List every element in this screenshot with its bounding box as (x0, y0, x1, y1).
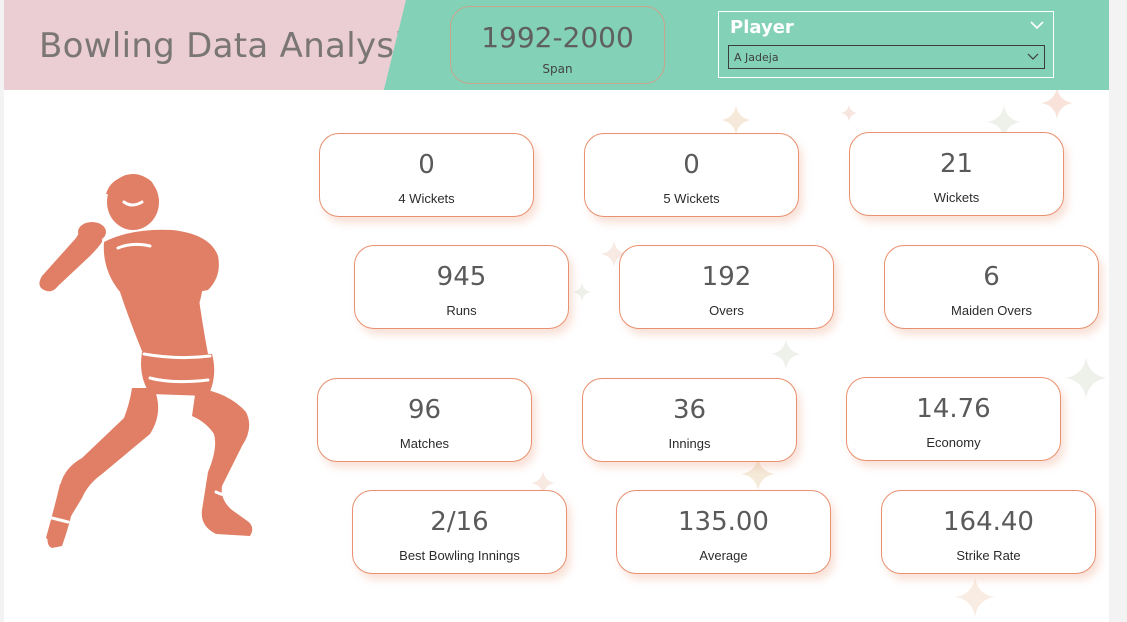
kpi-card-average: 135.00 Average (616, 490, 831, 574)
cricket-bowler-icon (39, 174, 253, 548)
kpi-card-4-wickets: 0 4 Wickets (319, 133, 534, 217)
kpi-card-5-wickets: 0 5 Wickets (584, 133, 799, 217)
kpi-label: Average (699, 548, 748, 563)
sparkle-icon (840, 104, 858, 122)
kpi-value: 135.00 (678, 507, 769, 537)
span-value: 1992-2000 (481, 21, 634, 54)
kpi-label: Maiden Overs (951, 303, 1032, 318)
kpi-card-maiden-overs: 6 Maiden Overs (884, 245, 1099, 329)
kpi-value: 0 (418, 150, 435, 180)
kpi-label: Strike Rate (956, 548, 1021, 563)
kpi-card-strike-rate: 164.40 Strike Rate (881, 490, 1096, 574)
kpi-label: 5 Wickets (663, 191, 720, 206)
span-card: 1992-2000 Span (450, 6, 665, 84)
kpi-card-best-bowling-innings: 2/16 Best Bowling Innings (352, 490, 567, 574)
sparkle-icon (1041, 87, 1073, 119)
kpi-card-economy: 14.76 Economy (846, 377, 1061, 461)
player-dropdown-value: A Jadeja (734, 51, 779, 64)
kpi-card-overs: 192 Overs (619, 245, 834, 329)
sparkle-icon (1065, 357, 1107, 399)
page-title: Bowling Data Analysis (39, 26, 423, 66)
span-label: Span (542, 62, 573, 76)
kpi-value: 21 (939, 149, 974, 179)
kpi-label: Matches (399, 436, 450, 451)
player-dropdown[interactable]: A Jadeja (728, 45, 1045, 69)
sparkle-icon (721, 105, 751, 135)
kpi-value: 164.40 (943, 507, 1034, 537)
kpi-card-wickets: 21 Wickets (849, 132, 1064, 216)
kpi-value: 2/16 (430, 507, 489, 537)
sparkle-icon (955, 577, 995, 617)
kpi-label: 4 Wickets (398, 191, 455, 206)
sparkle-icon (771, 339, 801, 369)
kpi-label: Innings (668, 436, 711, 451)
kpi-label: Best Bowling Innings (399, 548, 520, 563)
chevron-down-icon[interactable] (1030, 18, 1044, 32)
kpi-value: 192 (701, 262, 752, 292)
sparkle-icon (572, 282, 592, 302)
title-panel: Bowling Data Analysis (4, 0, 406, 90)
kpi-card-runs: 945 Runs (354, 245, 569, 329)
player-slicer[interactable]: Player A Jadeja (718, 11, 1054, 78)
kpi-card-matches: 96 Matches (317, 378, 532, 462)
kpi-card-innings: 36 Innings (582, 378, 797, 462)
kpi-value: 0 (683, 150, 700, 180)
chevron-down-icon[interactable] (1027, 50, 1039, 62)
kpi-value: 6 (983, 262, 1000, 292)
kpi-value: 14.76 (916, 394, 991, 424)
kpi-label: Overs (709, 303, 744, 318)
kpi-label: Runs (446, 303, 477, 318)
kpi-label: Wickets (933, 190, 980, 205)
kpi-value: 96 (407, 395, 442, 425)
kpi-value: 36 (672, 395, 707, 425)
kpi-label: Economy (926, 435, 981, 450)
kpi-value: 945 (436, 262, 487, 292)
report-canvas: Bowling Data Analysis 1992-2000 Span Pla… (4, 0, 1109, 622)
player-slicer-title: Player (730, 17, 794, 38)
